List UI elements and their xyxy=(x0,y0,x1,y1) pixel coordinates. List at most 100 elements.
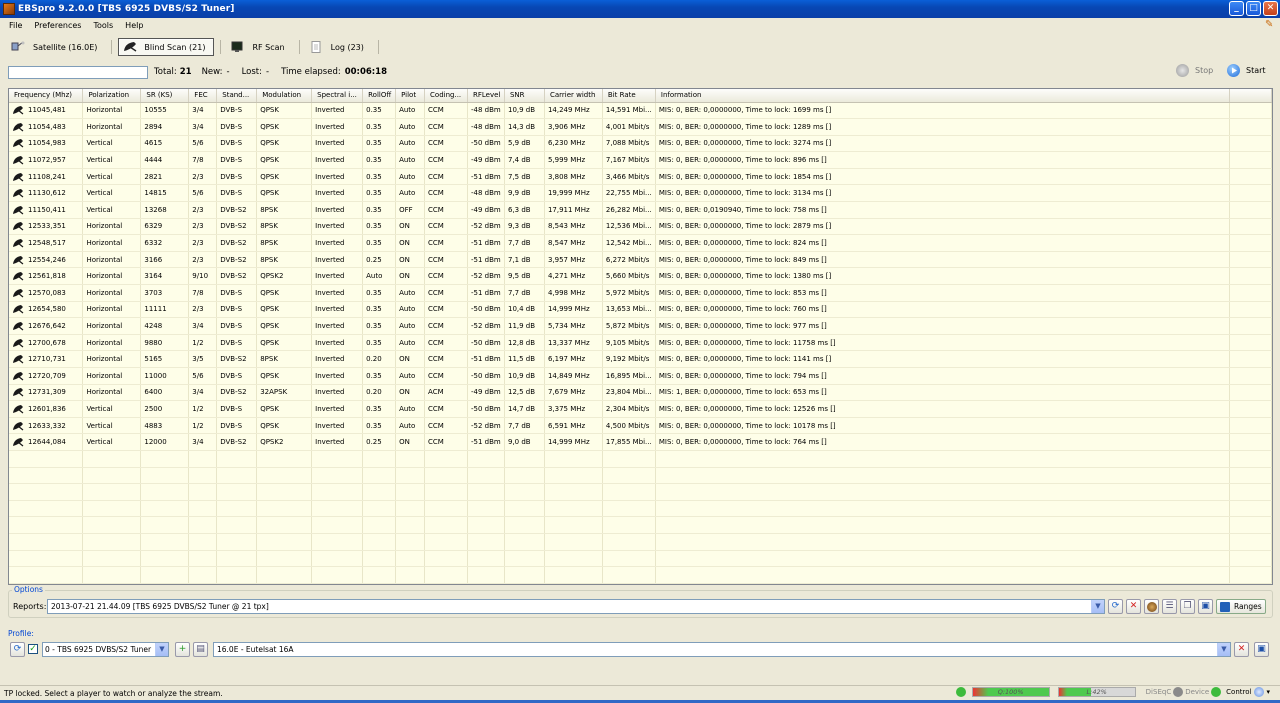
table-row[interactable]: 12654,580 Horizontal 11111 2/3 DVB-S QPSK Inve… xyxy=(9,301,1272,319)
toolbar-separator xyxy=(377,40,379,54)
edit-profile-button[interactable]: ▤ xyxy=(193,642,208,657)
column-header[interactable]: Spectral i... xyxy=(311,89,364,103)
device-label: Device xyxy=(1185,688,1210,696)
table-cell: Vertical xyxy=(82,417,142,435)
start-button[interactable]: Start xyxy=(1227,64,1266,77)
table-row[interactable]: 12720,709 Horizontal 11000 5/6 DVB-S QPSK Inve… xyxy=(9,367,1272,385)
maximize-button[interactable]: □ xyxy=(1246,1,1261,16)
table-row[interactable]: 12554,246 Horizontal 3166 2/3 DVB-S2 8PSK Inve… xyxy=(9,251,1272,269)
table-row[interactable]: 12676,642 Horizontal 4248 3/4 DVB-S QPSK Inver… xyxy=(9,317,1272,335)
reports-select[interactable]: 2013-07-21 21.44.09 [TBS 6925 DVBS/S2 Tu… xyxy=(47,599,1105,614)
table-cell: 7,1 dB xyxy=(504,251,545,269)
table-row[interactable]: 12570,083 Horizontal 3703 7/8 DVB-S QPSK Inver… xyxy=(9,284,1272,302)
chevron-down-icon[interactable]: ▼ xyxy=(1217,643,1230,656)
table-row[interactable]: 11108,241 Vertical 2821 2/3 DVB-S QPSK Inverte… xyxy=(9,168,1272,186)
table-row[interactable]: 11045,481 Horizontal 10555 3/4 DVB-S QPSK Inve… xyxy=(9,102,1272,120)
rf-scan-tab[interactable]: RF Scan xyxy=(227,38,292,56)
minimize-button[interactable]: _ xyxy=(1229,1,1244,16)
table-cell: 3/4 xyxy=(188,433,218,451)
table-cell xyxy=(311,550,364,568)
blind-scan-tab[interactable]: Blind Scan (21) xyxy=(118,38,215,56)
tuner-select[interactable]: 0 - TBS 6925 DVBS/S2 Tuner ▼ xyxy=(42,642,169,657)
table-cell: -51 dBm xyxy=(467,433,505,451)
save-report-button[interactable]: ▣ xyxy=(1198,599,1213,614)
save-profile-button[interactable]: ▣ xyxy=(1254,642,1269,657)
column-header[interactable]: FEC xyxy=(188,89,218,103)
refresh-icon: ⟳ xyxy=(13,644,22,654)
table-cell: 11045,481 xyxy=(9,102,84,120)
satellite-tab[interactable]: Satellite (16.0E) xyxy=(8,38,105,56)
satellite-select[interactable]: 16.0E - Eutelsat 16A ▼ xyxy=(213,642,1231,657)
table-cell xyxy=(311,483,364,501)
table-row[interactable]: 11054,983 Vertical 4615 5/6 DVB-S QPSK Inverte… xyxy=(9,135,1272,153)
delete-profile-button[interactable]: ✕ xyxy=(1234,642,1249,657)
table-row[interactable]: 12561,818 Horizontal 3164 9/10 DVB-S2 QPSK2 In… xyxy=(9,267,1272,286)
table-row[interactable]: 11072,957 Vertical 4444 7/8 DVB-S QPSK Inverte… xyxy=(9,151,1272,169)
chevron-down-icon[interactable]: ▼ xyxy=(155,643,168,656)
table-row[interactable]: 12700,678 Horizontal 9880 1/2 DVB-S QPSK Inver… xyxy=(9,334,1272,352)
column-header[interactable]: Pilot xyxy=(395,89,426,103)
table-cell: Vertical xyxy=(82,400,142,418)
dish-icon xyxy=(12,421,24,431)
column-header[interactable]: Stand... xyxy=(216,89,258,103)
menu-preferences[interactable]: Preferences xyxy=(28,21,87,30)
column-header[interactable]: Polarization xyxy=(82,89,142,103)
menu-file[interactable]: File xyxy=(0,21,28,30)
column-header[interactable]: Carrier width xyxy=(544,89,603,103)
profile-enabled-checkbox[interactable]: ✓ xyxy=(28,644,38,654)
table-row[interactable]: 12601,836 Vertical 2500 1/2 DVB-S QPSK Inverte… xyxy=(9,400,1272,418)
chevron-down-icon[interactable]: ▾ xyxy=(1266,688,1270,696)
table-row[interactable]: 11130,612 Vertical 14815 5/6 DVB-S QPSK Invert… xyxy=(9,184,1272,203)
add-profile-button[interactable]: + xyxy=(175,642,190,657)
table-row[interactable]: 12533,351 Horizontal 6329 2/3 DVB-S2 8PSK Inve… xyxy=(9,218,1272,236)
table-cell: DVB-S2 xyxy=(216,350,258,368)
column-header[interactable]: Frequency (Mhz) xyxy=(9,89,84,103)
table-cell xyxy=(602,566,656,584)
column-header[interactable]: SR (KS) xyxy=(140,89,190,103)
column-header[interactable]: Information xyxy=(655,89,1231,103)
table-row[interactable]: 12710,731 Horizontal 5165 3/5 DVB-S2 8PSK Inve… xyxy=(9,350,1272,368)
table-cell: DVB-S xyxy=(216,301,258,319)
copy-report-button[interactable]: ❐ xyxy=(1180,599,1195,614)
chevron-down-icon[interactable]: ▼ xyxy=(1091,600,1104,613)
table-cell: Auto xyxy=(395,184,426,203)
menu-help[interactable]: Help xyxy=(119,21,149,30)
table-cell: 7,5 dB xyxy=(504,168,545,186)
column-header[interactable]: Bit Rate xyxy=(602,89,656,103)
profile-refresh-button[interactable]: ⟳ xyxy=(10,642,25,657)
table-row[interactable]: 12633,332 Vertical 4883 1/2 DVB-S QPSK Inverte… xyxy=(9,417,1272,435)
table-cell: ON xyxy=(395,251,426,269)
control-label[interactable]: Control xyxy=(1226,688,1251,696)
list-view-button[interactable]: ☰ xyxy=(1162,599,1177,614)
stop-button[interactable]: Stop xyxy=(1176,64,1213,77)
frequency-value: 12548,517 xyxy=(28,239,66,248)
pin-icon[interactable]: ✎ xyxy=(1265,20,1274,30)
save-icon: ▣ xyxy=(1257,644,1266,654)
ranges-button[interactable]: Ranges xyxy=(1216,599,1266,614)
table-row[interactable]: 11054,483 Horizontal 2894 3/4 DVB-S QPSK Inver… xyxy=(9,118,1272,136)
column-header[interactable]: RollOff xyxy=(362,89,397,103)
column-header[interactable]: Modulation xyxy=(256,89,313,103)
refresh-button[interactable]: ⟳ xyxy=(1108,599,1123,614)
table-row[interactable]: 12731,309 Horizontal 6400 3/4 DVB-S2 32APSK In… xyxy=(9,384,1272,402)
table-cell: Inverted xyxy=(311,417,364,435)
export-report-button[interactable] xyxy=(1144,599,1159,614)
control-icon[interactable] xyxy=(1254,687,1265,697)
column-header[interactable]: RFLevel xyxy=(467,89,505,103)
column-header[interactable]: Coding... xyxy=(424,89,468,103)
transponder-table[interactable]: Frequency (Mhz) Polarization SR (KS) FEC Sta… xyxy=(8,88,1273,585)
table-cell: Auto xyxy=(395,301,426,319)
column-header[interactable]: SNR xyxy=(504,89,545,103)
table-cell: Vertical xyxy=(82,184,142,203)
table-row[interactable]: 12644,084 Vertical 12000 3/4 DVB-S2 QPSK2 Inve… xyxy=(9,433,1272,451)
close-button[interactable]: ✕ xyxy=(1263,1,1278,16)
table-cell xyxy=(1229,500,1272,518)
table-cell xyxy=(9,500,84,518)
delete-report-button[interactable]: ✕ xyxy=(1126,599,1141,614)
log-tab[interactable]: Log (23) xyxy=(306,38,372,56)
table-row[interactable]: 12548,517 Horizontal 6332 2/3 DVB-S2 8PSK Inve… xyxy=(9,234,1272,252)
table-cell: 12731,309 xyxy=(9,384,84,402)
table-row[interactable]: 11150,411 Vertical 13268 2/3 DVB-S2 8PSK Inver… xyxy=(9,201,1272,219)
menu-tools[interactable]: Tools xyxy=(87,21,119,30)
table-cell xyxy=(424,500,468,518)
